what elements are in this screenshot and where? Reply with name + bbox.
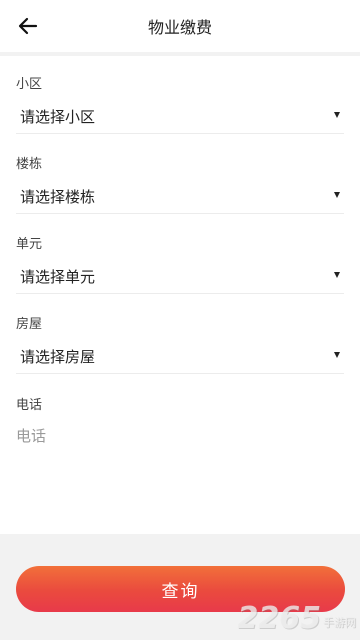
watermark: 2265 手游网 xyxy=(238,604,357,634)
house-label: 房屋 xyxy=(16,317,43,332)
building-select-value: 请选择楼栋 xyxy=(20,188,96,206)
back-button[interactable] xyxy=(14,12,42,40)
house-select[interactable]: 请选择房屋 xyxy=(16,340,344,374)
phone-field: 电话 xyxy=(16,397,344,451)
community-select-value: 请选择小区 xyxy=(20,108,96,126)
community-field: 小区 请选择小区 xyxy=(16,76,344,134)
community-select[interactable]: 请选择小区 xyxy=(16,100,344,134)
unit-select[interactable]: 请选择单元 xyxy=(16,260,344,294)
watermark-number: 2265 xyxy=(237,601,322,636)
dropdown-arrow-icon xyxy=(334,192,340,198)
unit-select-value: 请选择单元 xyxy=(20,268,96,286)
building-select[interactable]: 请选择楼栋 xyxy=(16,180,344,214)
unit-field: 单元 请选择单元 xyxy=(16,236,344,294)
building-field: 楼栋 请选择楼栋 xyxy=(16,156,344,214)
dropdown-arrow-icon xyxy=(334,272,340,278)
arrow-left-icon xyxy=(18,17,38,35)
footer: 查询 2265 手游网 xyxy=(0,534,360,640)
dropdown-arrow-icon xyxy=(334,352,340,358)
phone-input[interactable] xyxy=(16,421,344,451)
community-label: 小区 xyxy=(16,77,43,92)
page-title: 物业缴费 xyxy=(147,18,212,37)
house-select-value: 请选择房屋 xyxy=(20,348,96,366)
top-bar: 物业缴费 xyxy=(0,0,360,52)
phone-label: 电话 xyxy=(16,398,43,413)
building-label: 楼栋 xyxy=(16,157,43,172)
watermark-text: 手游网 xyxy=(323,616,356,629)
dropdown-arrow-icon xyxy=(334,112,340,118)
payment-form: 小区 请选择小区 楼栋 请选择楼栋 单元 请选择单元 房屋 请选择房屋 电话 xyxy=(0,56,360,534)
unit-label: 单元 xyxy=(16,237,43,252)
house-field: 房屋 请选择房屋 xyxy=(16,316,344,374)
